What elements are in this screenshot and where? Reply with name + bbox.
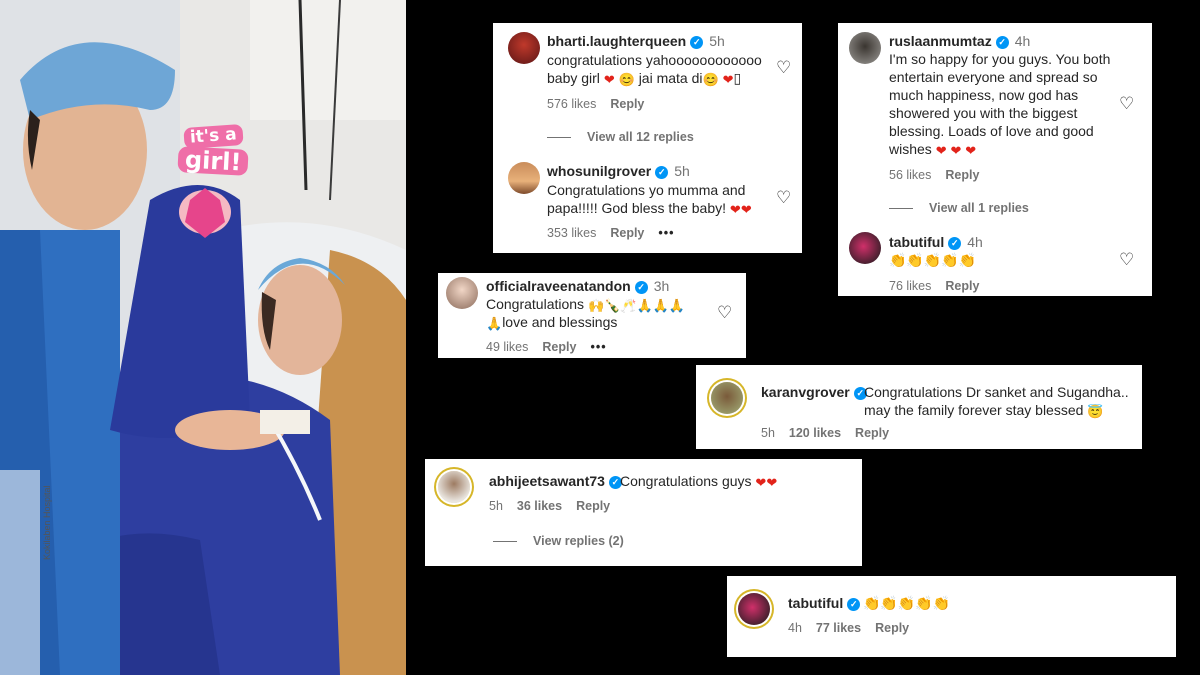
comment-text: Congratulations yo mumma and papa!!!!! G… bbox=[547, 182, 752, 217]
hospital-photo: it's a girl! Kokilaben Hospital bbox=[0, 0, 406, 675]
heart-icon: ❤ bbox=[603, 72, 615, 87]
comment-text: 👏👏👏👏👏 bbox=[863, 595, 951, 611]
celebration-emoji-icon: 🙌🍾🥂🙏🙏🙏 bbox=[587, 298, 686, 313]
likes-count[interactable]: 36 likes bbox=[517, 499, 562, 513]
like-heart-icon[interactable]: ♡ bbox=[776, 59, 791, 76]
comment-text: I'm so happy for you guys. You both ente… bbox=[889, 51, 1111, 158]
box-glyph-icon: ▯ bbox=[733, 70, 742, 86]
like-heart-icon[interactable]: ♡ bbox=[717, 304, 732, 321]
reply-button[interactable]: Reply bbox=[576, 499, 610, 513]
heart-icon: ❤ bbox=[935, 143, 947, 158]
smile-emoji-icon: 😇 bbox=[1087, 404, 1104, 419]
username[interactable]: ruslaanmumtaz bbox=[889, 33, 992, 49]
heart-icon: ❤ bbox=[965, 143, 977, 158]
comment-text: Congratulations Dr sanket and Sugandha..… bbox=[864, 384, 1129, 419]
comment-card-abhijeet: abhijeetsawant73 ✓ Congratulations guys ❤… bbox=[425, 459, 862, 566]
view-replies-button[interactable]: View all 12 replies bbox=[547, 130, 694, 144]
username[interactable]: tabutiful bbox=[889, 234, 944, 250]
heart-icon: ❤ bbox=[766, 475, 778, 490]
avatar[interactable] bbox=[711, 382, 743, 414]
reply-button[interactable]: Reply bbox=[542, 340, 576, 354]
timestamp: 5h bbox=[761, 426, 775, 440]
verified-badge-icon: ✓ bbox=[847, 598, 861, 611]
verified-badge-icon: ✓ bbox=[634, 281, 648, 294]
hospital-wall-text: Kokilaben Hospital bbox=[42, 485, 52, 560]
comment-text: Congratulations guys ❤❤ bbox=[620, 473, 778, 490]
timestamp: 5h bbox=[674, 163, 690, 179]
smile-emoji-icon: 😊 bbox=[618, 72, 635, 87]
username[interactable]: whosunilgrover bbox=[547, 163, 651, 179]
avatar[interactable] bbox=[438, 471, 470, 503]
heart-icon: ❤ bbox=[722, 72, 734, 87]
comment-text: congratulations yahoooooooooooo baby gir… bbox=[547, 52, 762, 87]
verified-badge-icon: ✓ bbox=[948, 237, 962, 250]
username[interactable]: officialraveenatandon bbox=[486, 278, 631, 294]
reply-button[interactable]: Reply bbox=[945, 168, 979, 182]
reply-button[interactable]: Reply bbox=[855, 426, 889, 440]
comment-card-karan: karanvgrover ✓ Congratulations Dr sanket … bbox=[696, 365, 1142, 449]
timestamp: 4h bbox=[788, 621, 802, 635]
heart-icon: ❤ bbox=[950, 143, 962, 158]
timestamp: 5h bbox=[709, 33, 725, 49]
smile-emoji-icon: 😊 bbox=[702, 72, 719, 87]
avatar[interactable] bbox=[508, 162, 540, 194]
divider-line bbox=[889, 208, 913, 210]
avatar[interactable] bbox=[849, 32, 881, 64]
verified-badge-icon: ✓ bbox=[655, 166, 669, 179]
comment-card-ruslaan: ruslaanmumtaz ✓ 4h I'm so happy for you gu… bbox=[838, 23, 1152, 296]
username[interactable]: bharti.laughterqueen bbox=[547, 33, 686, 49]
username[interactable]: karanvgrover bbox=[761, 384, 850, 400]
avatar[interactable] bbox=[508, 32, 540, 64]
comment-card-raveena: officialraveenatandon ✓ 3h Congratulations… bbox=[438, 273, 746, 358]
comment-card-bharti: bharti.laughterqueen ✓ 5h congratulations … bbox=[493, 23, 802, 253]
like-heart-icon[interactable]: ♡ bbox=[1119, 251, 1134, 268]
timestamp: 3h bbox=[653, 278, 670, 294]
likes-count[interactable]: 76 likes bbox=[889, 279, 931, 293]
heart-icon: ❤ bbox=[755, 475, 767, 490]
heart-icon: ❤ bbox=[740, 202, 752, 217]
comment-card-tabutiful: tabutiful ✓ 👏👏👏👏👏 4h 77 likes Reply bbox=[727, 576, 1176, 657]
verified-badge-icon: ✓ bbox=[690, 36, 704, 49]
more-options-icon[interactable]: ••• bbox=[590, 340, 606, 354]
comment-text: 👏👏👏👏👏 bbox=[889, 252, 977, 268]
heart-icon: ❤ bbox=[729, 202, 741, 217]
view-replies-button[interactable]: View all 1 replies bbox=[889, 201, 1029, 215]
divider-line bbox=[547, 137, 571, 139]
like-heart-icon[interactable]: ♡ bbox=[1119, 95, 1134, 112]
avatar[interactable] bbox=[738, 593, 770, 625]
its-a-girl-sticker: it's a girl! bbox=[177, 123, 250, 176]
likes-count[interactable]: 77 likes bbox=[816, 621, 861, 635]
username[interactable]: abhijeetsawant73 bbox=[489, 473, 605, 489]
likes-count[interactable]: 120 likes bbox=[789, 426, 841, 440]
photo-illustration bbox=[0, 0, 406, 675]
likes-count[interactable]: 576 likes bbox=[547, 97, 596, 111]
divider-line bbox=[493, 541, 517, 543]
likes-count[interactable]: 56 likes bbox=[889, 168, 931, 182]
timestamp: 4h bbox=[1014, 33, 1031, 49]
username[interactable]: tabutiful bbox=[788, 595, 843, 611]
like-heart-icon[interactable]: ♡ bbox=[776, 189, 791, 206]
reply-button[interactable]: Reply bbox=[610, 226, 644, 240]
reply-button[interactable]: Reply bbox=[945, 279, 979, 293]
avatar[interactable] bbox=[849, 232, 881, 264]
avatar[interactable] bbox=[446, 277, 478, 309]
verified-badge-icon: ✓ bbox=[995, 36, 1009, 49]
comment-text: Congratulations 🙌🍾🥂🙏🙏🙏 🙏love and blessin… bbox=[486, 296, 686, 331]
more-options-icon[interactable]: ••• bbox=[658, 226, 674, 240]
likes-count[interactable]: 353 likes bbox=[547, 226, 596, 240]
reply-button[interactable]: Reply bbox=[875, 621, 909, 635]
view-replies-button[interactable]: View replies (2) bbox=[493, 534, 624, 548]
timestamp: 5h bbox=[489, 499, 503, 513]
pray-emoji-icon: 🙏 bbox=[486, 316, 503, 331]
reply-button[interactable]: Reply bbox=[610, 97, 644, 111]
timestamp: 4h bbox=[967, 234, 983, 250]
likes-count[interactable]: 49 likes bbox=[486, 340, 528, 354]
